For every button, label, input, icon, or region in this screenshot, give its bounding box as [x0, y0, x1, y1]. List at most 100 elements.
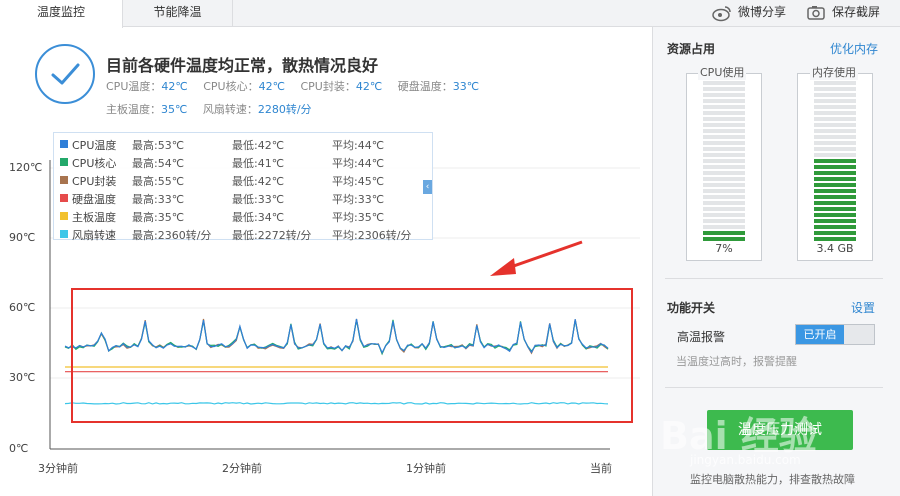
meter-segment: [703, 213, 745, 217]
legend-avg: 平均:45℃: [332, 175, 385, 188]
legend-max: 最高:55℃: [132, 175, 185, 188]
legend-max: 最高:53℃: [132, 139, 185, 152]
legend-avg: 平均:44℃: [332, 157, 385, 170]
baidu-watermark-logo: Bai 经验: [660, 414, 817, 458]
y-tick-30: 30℃: [9, 371, 36, 384]
legend-name: 风扇转速: [72, 229, 116, 242]
legend-max: 最高:54℃: [132, 157, 185, 170]
meter-segment: [814, 237, 856, 241]
save-screenshot-button[interactable]: 保存截屏: [806, 0, 900, 26]
meter-segment: [814, 195, 856, 199]
legend-max: 最高:2360转/分: [132, 229, 212, 242]
meter-segment: [814, 177, 856, 181]
meter-segment: [703, 93, 745, 97]
meter-segment: [814, 141, 856, 145]
legend-name: 主板温度: [72, 211, 116, 224]
x-tick-now: 当前: [590, 462, 612, 475]
meter-segment: [703, 105, 745, 109]
meter-segment: [814, 213, 856, 217]
y-tick-60: 60℃: [9, 301, 36, 314]
cpu-usage-value: 7%: [715, 242, 733, 255]
legend-min: 最低:42℃: [232, 139, 285, 152]
meter-segment: [814, 225, 856, 229]
legend-avg: 平均:33℃: [332, 193, 385, 206]
divider: [665, 387, 883, 388]
cpu-usage-meter: [686, 73, 762, 261]
meter-segment: [703, 87, 745, 91]
meter-segment: [814, 117, 856, 121]
meter-segment: [814, 183, 856, 187]
legend-name: CPU封装: [72, 175, 117, 188]
divider: [665, 278, 883, 279]
legend-max: 最高:33℃: [132, 193, 185, 206]
memory-usage-value: 3.4 GB: [816, 242, 854, 255]
meter-segment: [703, 201, 745, 205]
legend-min: 最低:42℃: [232, 175, 285, 188]
meter-segment: [814, 219, 856, 223]
legend-name: CPU核心: [72, 157, 117, 170]
legend-swatch-cpu-core: [60, 158, 68, 166]
meter-segment: [814, 153, 856, 157]
meter-segment: [703, 81, 745, 85]
meter-segment: [814, 165, 856, 169]
meter-segment: [814, 135, 856, 139]
meter-segment: [814, 201, 856, 205]
legend-max: 最高:35℃: [132, 211, 185, 224]
y-tick-120: 120℃: [9, 161, 43, 174]
legend-collapse-arrow-icon[interactable]: ‹: [423, 180, 432, 194]
high-temp-alarm-toggle[interactable]: 已开启: [795, 324, 875, 345]
meter-segment: [814, 99, 856, 103]
meter-segment: [703, 207, 745, 211]
legend-min: 最低:34℃: [232, 211, 285, 224]
memory-usage-title: 内存使用: [810, 64, 858, 80]
legend-avg: 平均:44℃: [332, 139, 385, 152]
cpu-meter-bars: [703, 81, 745, 241]
meter-segment: [703, 171, 745, 175]
meter-segment: [703, 195, 745, 199]
meter-segment: [814, 105, 856, 109]
meter-segment: [814, 147, 856, 151]
legend-row: 硬盘温度 最高:33℃ 最低:33℃ 平均:33℃: [58, 189, 432, 207]
high-temp-alarm-label: 高温报警: [677, 330, 726, 344]
legend-name: CPU温度: [72, 139, 117, 152]
meter-segment: [703, 153, 745, 157]
meter-segment: [814, 129, 856, 133]
function-switch-title: 功能开关: [667, 301, 716, 315]
resource-usage-title: 资源占用: [667, 42, 716, 56]
legend-name: 硬盘温度: [72, 193, 116, 206]
meter-segment: [703, 183, 745, 187]
optimize-memory-link[interactable]: 优化内存: [830, 40, 878, 57]
settings-link[interactable]: 设置: [851, 299, 875, 316]
meter-segment: [703, 219, 745, 223]
legend-swatch-fan: [60, 230, 68, 238]
legend-row: 主板温度 最高:35℃ 最低:34℃ 平均:35℃: [58, 207, 432, 225]
x-tick-2min: 2分钟前: [222, 462, 262, 475]
meter-segment: [814, 231, 856, 235]
legend-swatch-cpu-temp: [60, 140, 68, 148]
meter-segment: [703, 165, 745, 169]
legend-swatch-mainboard: [60, 212, 68, 220]
weibo-share-button[interactable]: 微博分享: [712, 0, 792, 26]
meter-segment: [703, 159, 745, 163]
meter-segment: [814, 189, 856, 193]
meter-segment: [703, 123, 745, 127]
legend-min: 最低:2272转/分: [232, 229, 312, 242]
x-tick-1min: 1分钟前: [406, 462, 446, 475]
meter-segment: [703, 117, 745, 121]
meter-segment: [814, 87, 856, 91]
x-tick-3min: 3分钟前: [38, 462, 78, 475]
y-tick-0: 0℃: [9, 442, 29, 455]
legend-min: 最低:41℃: [232, 157, 285, 170]
highlight-box: [71, 288, 633, 423]
y-tick-90: 90℃: [9, 231, 36, 244]
legend-swatch-hdd: [60, 194, 68, 202]
alarm-toggle-state: 已开启: [796, 325, 844, 344]
legend-avg: 平均:2306转/分: [332, 229, 412, 242]
meter-segment: [703, 237, 745, 241]
meter-segment: [814, 81, 856, 85]
meter-segment: [703, 225, 745, 229]
legend-avg: 平均:35℃: [332, 211, 385, 224]
alarm-description: 当温度过高时，报警提醒: [676, 355, 797, 368]
memory-usage-meter: [797, 73, 873, 261]
legend-row: CPU温度 最高:53℃ 最低:42℃ 平均:44℃: [58, 135, 432, 153]
